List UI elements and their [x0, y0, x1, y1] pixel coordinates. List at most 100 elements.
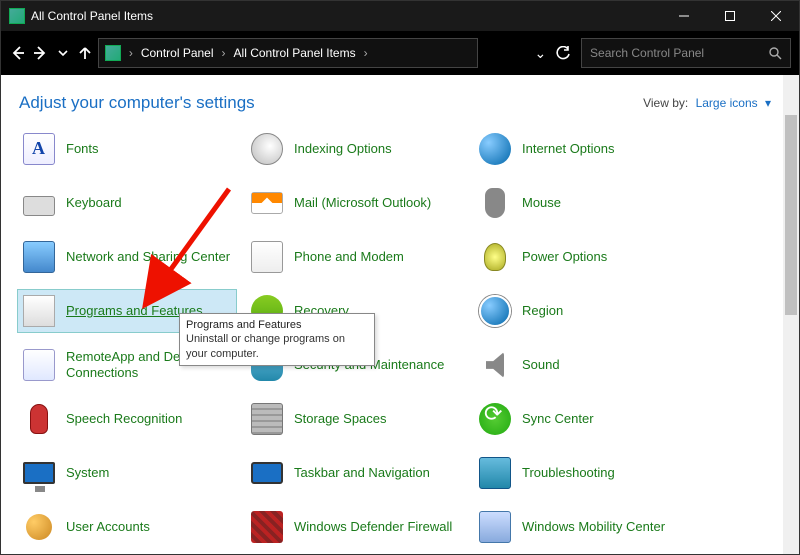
cpl-item-label: Troubleshooting	[522, 465, 615, 481]
chevron-right-icon: ›	[218, 46, 230, 60]
cpl-item-system[interactable]: System	[17, 451, 237, 495]
up-button[interactable]	[76, 39, 94, 67]
heading-row: Adjust your computer's settings View by:…	[1, 75, 799, 123]
cpl-item-network-sharing[interactable]: Network and Sharing Center	[17, 235, 237, 279]
remoteapp-icon	[22, 348, 56, 382]
cpl-item-keyboard[interactable]: Keyboard	[17, 181, 237, 225]
cpl-item-internet-options[interactable]: Internet Options	[473, 127, 693, 171]
cpl-item-taskbar[interactable]: Taskbar and Navigation	[245, 451, 465, 495]
view-by-control[interactable]: View by: Large icons ▾	[643, 96, 771, 110]
chevron-down-icon	[57, 47, 69, 59]
maximize-icon	[725, 11, 735, 21]
control-panel-window: All Control Panel Items › Control Panel …	[0, 0, 800, 555]
refresh-icon	[556, 46, 571, 61]
cpl-item-label: Windows Defender Firewall	[294, 519, 452, 535]
cpl-item-mouse[interactable]: Mouse	[473, 181, 693, 225]
fonts-icon	[22, 132, 56, 166]
internet-options-icon	[478, 132, 512, 166]
user-accounts-icon	[22, 510, 56, 544]
cpl-item-label: Indexing Options	[294, 141, 392, 157]
chevron-down-icon: ⌄	[535, 45, 547, 62]
mouse-icon	[478, 186, 512, 220]
titlebar: All Control Panel Items	[1, 1, 799, 31]
region-icon	[478, 294, 512, 328]
close-button[interactable]	[753, 1, 799, 31]
cpl-item-label: Network and Sharing Center	[66, 249, 230, 265]
recent-locations-button[interactable]	[53, 39, 71, 67]
search-placeholder: Search Control Panel	[590, 46, 704, 60]
address-bar[interactable]: › Control Panel › All Control Panel Item…	[98, 38, 478, 68]
back-button[interactable]	[9, 39, 27, 67]
cpl-item-label: Phone and Modem	[294, 249, 404, 265]
mobility-center-icon	[478, 510, 512, 544]
cpl-item-region[interactable]: Region	[473, 289, 693, 333]
content-area: Adjust your computer's settings View by:…	[1, 75, 799, 555]
forward-arrow-icon	[32, 45, 48, 61]
speech-icon	[22, 402, 56, 436]
forward-button[interactable]	[31, 39, 49, 67]
chevron-right-icon: ›	[360, 46, 372, 60]
back-arrow-icon	[10, 45, 26, 61]
up-arrow-icon	[77, 45, 93, 61]
cpl-item-label: Region	[522, 303, 563, 319]
programs-features-icon	[22, 294, 56, 328]
sound-icon	[478, 348, 512, 382]
items-grid: Fonts Indexing Options Internet Options Key…	[1, 123, 799, 555]
cpl-item-sound[interactable]: Sound	[473, 343, 693, 387]
view-by-value: Large icons	[696, 96, 758, 110]
cpl-item-mobility-center[interactable]: Windows Mobility Center	[473, 505, 693, 549]
cpl-item-label: Keyboard	[66, 195, 122, 211]
cpl-item-label: System	[66, 465, 109, 481]
cpl-item-user-accounts[interactable]: User Accounts	[17, 505, 237, 549]
cpl-item-troubleshooting[interactable]: Troubleshooting	[473, 451, 693, 495]
cpl-item-indexing[interactable]: Indexing Options	[245, 127, 465, 171]
keyboard-icon	[22, 186, 56, 220]
page-title: Adjust your computer's settings	[19, 93, 255, 113]
address-icon	[105, 45, 121, 61]
cpl-item-label: User Accounts	[66, 519, 150, 535]
cpl-item-phone-modem[interactable]: Phone and Modem	[245, 235, 465, 279]
system-icon	[22, 456, 56, 490]
cpl-item-label: Mail (Microsoft Outlook)	[294, 195, 431, 211]
troubleshooting-icon	[478, 456, 512, 490]
search-icon	[769, 47, 782, 60]
chevron-right-icon: ›	[125, 46, 137, 60]
cpl-item-storage-spaces[interactable]: Storage Spaces	[245, 397, 465, 441]
cpl-item-power-options[interactable]: Power Options	[473, 235, 693, 279]
mail-icon	[250, 186, 284, 220]
maximize-button[interactable]	[707, 1, 753, 31]
cpl-item-label: Sound	[522, 357, 560, 373]
cpl-item-speech[interactable]: Speech Recognition	[17, 397, 237, 441]
indexing-icon	[250, 132, 284, 166]
address-dropdown-button[interactable]: ⌄	[531, 39, 549, 67]
window-title: All Control Panel Items	[31, 9, 661, 23]
cpl-item-label: Storage Spaces	[294, 411, 387, 427]
cpl-item-label: Fonts	[66, 141, 99, 157]
phone-modem-icon	[250, 240, 284, 274]
defender-firewall-icon	[250, 510, 284, 544]
vertical-scrollbar[interactable]	[783, 75, 799, 555]
tooltip-title: Programs and Features	[186, 318, 368, 332]
cpl-item-label: Windows Mobility Center	[522, 519, 665, 535]
cpl-item-label: Taskbar and Navigation	[294, 465, 430, 481]
close-icon	[771, 11, 781, 21]
minimize-button[interactable]	[661, 1, 707, 31]
breadcrumb[interactable]: Control Panel	[141, 46, 214, 60]
power-options-icon	[478, 240, 512, 274]
view-by-label: View by:	[643, 96, 688, 110]
cpl-item-defender-firewall[interactable]: Windows Defender Firewall	[245, 505, 465, 549]
sync-center-icon	[478, 402, 512, 436]
search-box[interactable]: Search Control Panel	[581, 38, 791, 68]
navigation-bar: › Control Panel › All Control Panel Item…	[1, 31, 799, 75]
cpl-item-mail[interactable]: Mail (Microsoft Outlook)	[245, 181, 465, 225]
cpl-item-fonts[interactable]: Fonts	[17, 127, 237, 171]
taskbar-icon	[250, 456, 284, 490]
refresh-button[interactable]	[554, 38, 574, 68]
tooltip-body: Uninstall or change programs on your com…	[186, 332, 368, 361]
scrollbar-thumb[interactable]	[785, 115, 797, 315]
cpl-item-sync-center[interactable]: Sync Center	[473, 397, 693, 441]
cpl-item-label: Sync Center	[522, 411, 594, 427]
tooltip: Programs and Features Uninstall or chang…	[179, 313, 375, 366]
cpl-item-label: Speech Recognition	[66, 411, 182, 427]
breadcrumb[interactable]: All Control Panel Items	[234, 46, 356, 60]
